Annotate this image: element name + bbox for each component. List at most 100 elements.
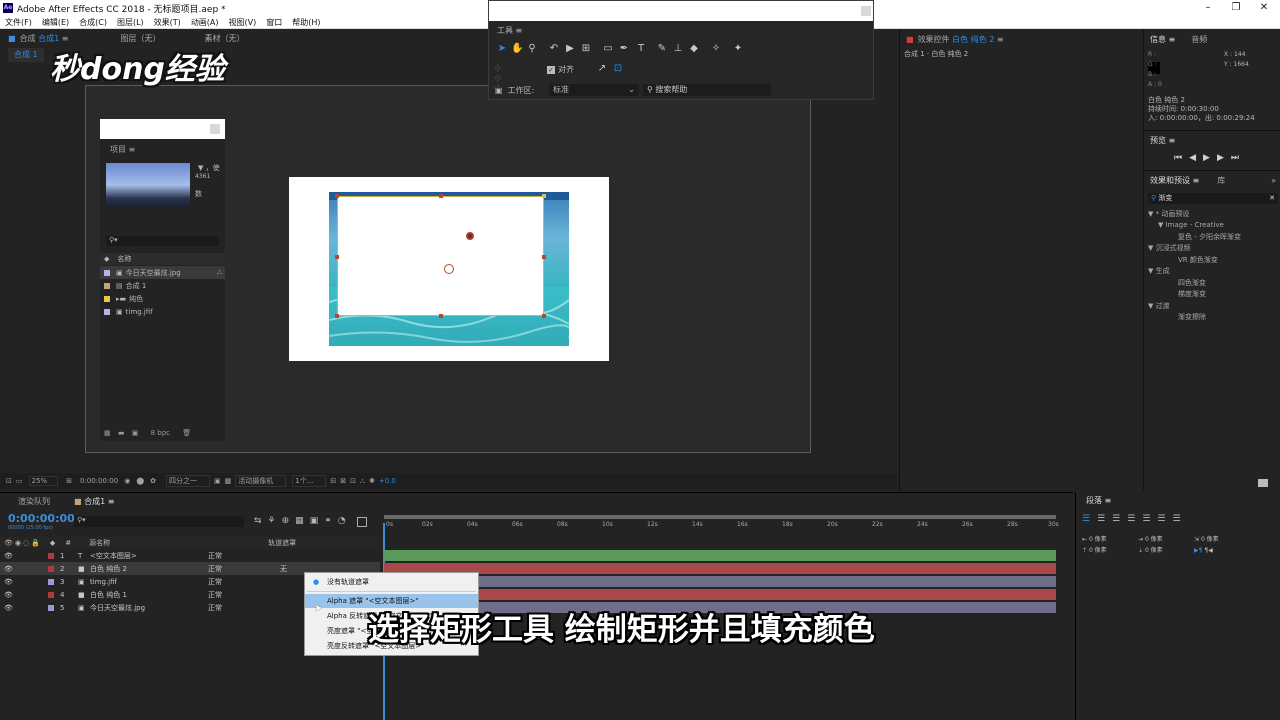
menu-file[interactable]: 文件(F) <box>0 17 37 28</box>
snapshot-icon[interactable]: ◉ <box>124 477 130 485</box>
fast-preview-icon[interactable]: ⊠ <box>340 477 346 485</box>
label-color-swatch[interactable] <box>48 565 54 572</box>
close-icon[interactable]: ✕ <box>1250 0 1278 16</box>
tab-composition[interactable]: 合成 合成1 ≡ <box>20 33 69 44</box>
menu-window[interactable]: 窗口 <box>261 17 287 28</box>
flowchart-icon[interactable]: ⛬ <box>360 477 365 486</box>
interpret-footage-icon[interactable]: ▦ <box>104 429 111 437</box>
preview-tab[interactable]: 预览 ≡ <box>1144 133 1280 147</box>
project-item[interactable]: ▣ timg.jfif <box>100 305 225 318</box>
monitor-icon[interactable]: ▭ <box>16 477 23 485</box>
layer-name[interactable]: 白色 纯色 1 <box>90 590 208 600</box>
always-preview-icon[interactable]: ⊡ <box>6 477 12 485</box>
roto-brush-tool-icon[interactable]: ✧ <box>711 44 721 54</box>
puppet-pin-tool-icon[interactable]: ✦ <box>733 44 743 54</box>
clone-stamp-tool-icon[interactable]: ⊥ <box>673 44 683 54</box>
effects-search-input[interactable]: ⚲ 渐变 ✕ <box>1148 193 1278 204</box>
transform-handle[interactable] <box>542 255 546 259</box>
align-right-icon[interactable]: ☰ <box>1112 514 1127 524</box>
zoom-tool-icon[interactable]: ⚲ <box>527 44 537 54</box>
time-ruler[interactable]: 0s 02s 04s 06s 08s 10s 12s 14s 16s 18s 2… <box>384 521 1064 533</box>
exposure-reset-icon[interactable]: ✺ <box>369 477 375 485</box>
pen-tool-icon[interactable]: ✒ <box>619 44 629 54</box>
menu-animation[interactable]: 动画(A) <box>186 17 224 28</box>
crosshair-icon[interactable] <box>444 264 454 274</box>
layer-duration-bar[interactable] <box>384 576 1056 587</box>
flowchart-icon[interactable]: ⛬ <box>217 268 222 277</box>
rotate-tool-icon[interactable]: ↶ <box>549 44 559 54</box>
clear-search-icon[interactable]: ✕ <box>1269 193 1275 204</box>
effects-tree-item[interactable]: 复色 - 夕阳余晖渐变 <box>1178 232 1241 242</box>
label-color-swatch[interactable] <box>48 552 54 559</box>
trash-icon[interactable]: 🗑 <box>182 429 191 437</box>
effects-tree-item[interactable]: ▼ 生成 <box>1148 266 1170 276</box>
white-solid-layer-selected[interactable] <box>335 194 546 318</box>
menu-layer[interactable]: 图层(L) <box>112 17 149 28</box>
justify-center-icon[interactable]: ☰ <box>1142 514 1157 524</box>
effects-tree-item[interactable]: ▼ 沉浸式视频 <box>1148 243 1191 253</box>
play-icon[interactable]: ▶ <box>1203 153 1217 163</box>
grid-overlay-icon[interactable]: ⊞ <box>66 477 72 485</box>
menu-help[interactable]: 帮助(H) <box>287 17 325 28</box>
rectangle-tool-icon[interactable]: ▭ <box>603 44 613 54</box>
type-tool-icon[interactable]: T <box>636 44 646 54</box>
justify-all-icon[interactable]: ☰ <box>1172 514 1187 524</box>
tab-info[interactable]: 信息 ≡ <box>1150 34 1175 45</box>
visibility-switches[interactable]: 👁 <box>4 578 48 586</box>
snap-option-icon[interactable]: ↗ <box>597 64 607 74</box>
layer-name[interactable]: 今日天空最炫.jpg <box>90 603 208 613</box>
panel-menu-icon[interactable]: » <box>1271 176 1276 185</box>
project-item[interactable]: ▸▬ 纯色 <box>100 292 225 305</box>
blend-mode-select[interactable]: 正常 <box>208 603 258 613</box>
tab-footage[interactable]: 素材（无） <box>204 33 244 44</box>
eraser-tool-icon[interactable]: ◆ <box>689 44 699 54</box>
first-line-indent-field[interactable]: ⇲ 0 像素 <box>1194 534 1219 545</box>
last-frame-icon[interactable]: ⏭ <box>1231 153 1246 163</box>
menu-view[interactable]: 视图(V) <box>224 17 262 28</box>
camera-tool-icon[interactable]: ▶ <box>565 44 575 54</box>
viewer-timecode[interactable]: 0:00:00:00 <box>80 477 118 485</box>
anchor-point-icon[interactable] <box>466 232 474 240</box>
table-row[interactable]: 👁 1 T <空文本图层> 正常 <box>0 549 380 562</box>
new-preset-icon[interactable] <box>1258 479 1268 487</box>
label-color-swatch[interactable] <box>48 591 54 598</box>
composition-mini-flowchart-icon[interactable]: ⇆ <box>254 516 268 526</box>
visibility-switches[interactable]: 👁 <box>4 552 48 560</box>
layer-name[interactable]: <空文本图层> <box>90 551 208 561</box>
shy-layers-icon[interactable]: ⊕ <box>282 516 296 526</box>
justify-left-icon[interactable]: ☰ <box>1127 514 1142 524</box>
effects-tree-item[interactable]: ▼ 过渡 <box>1148 301 1170 311</box>
transform-handle[interactable] <box>439 194 443 198</box>
hand-tool-icon[interactable]: ✋ <box>511 44 523 54</box>
current-time-display[interactable]: 0:00:00:00 <box>8 512 75 525</box>
local-axis-icon[interactable]: ⊹ ⊹ ⊹ <box>493 64 503 94</box>
effects-tree-item[interactable]: 四色渐变 <box>1178 278 1206 288</box>
pan-behind-tool-icon[interactable]: ⊞ <box>581 44 591 54</box>
panel-close-icon[interactable] <box>210 124 220 134</box>
snapping-toggle[interactable]: ✓ 对齐 <box>547 64 574 75</box>
snap-grid-icon[interactable]: ⊡ <box>613 64 623 74</box>
panel-close-icon[interactable] <box>861 6 871 16</box>
label-color-swatch[interactable] <box>48 578 54 585</box>
direction-toggle[interactable]: ▶¶ ¶◀ <box>1194 545 1219 556</box>
transform-handle[interactable] <box>542 194 546 198</box>
next-frame-icon[interactable]: ▶ <box>1217 153 1231 163</box>
zoom-select[interactable]: 25% <box>28 476 59 486</box>
menu-composition[interactable]: 合成(C) <box>74 17 112 28</box>
minimize-icon[interactable]: – <box>1194 0 1222 16</box>
justify-right-icon[interactable]: ☰ <box>1157 514 1172 524</box>
transform-handle[interactable] <box>335 255 339 259</box>
project-item[interactable]: ▤ 合成 1 <box>100 279 225 292</box>
transform-handle[interactable] <box>439 314 443 318</box>
timeline-search-input[interactable]: ⚲▾ <box>74 516 244 527</box>
effects-tree-item[interactable]: ▼ Image - Creative <box>1158 221 1224 229</box>
transform-handle[interactable] <box>335 194 339 198</box>
tab-composition-timeline[interactable]: ■ 合成1 ≡ <box>74 496 114 507</box>
channel-icon[interactable]: ✿ <box>150 477 156 485</box>
tab-libraries[interactable]: 库 <box>1217 175 1225 186</box>
tab-effects-presets[interactable]: 效果和预设 ≡ <box>1150 175 1199 186</box>
graph-editor-icon[interactable]: ⚭ <box>324 516 338 526</box>
resolution-select[interactable]: 四分之一 <box>166 475 211 487</box>
indent-right-field[interactable]: ⇥ 0 像素 <box>1138 534 1163 545</box>
label-color-swatch[interactable] <box>48 604 54 611</box>
